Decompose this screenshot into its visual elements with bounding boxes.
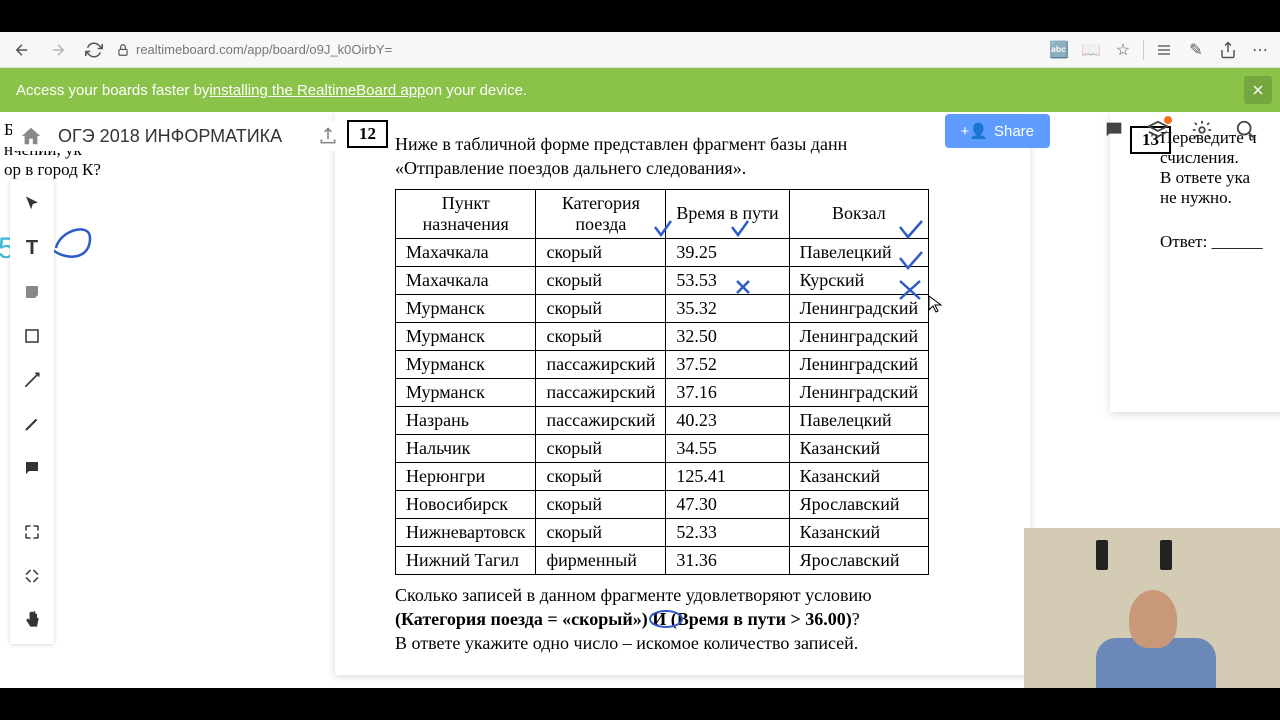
share-page-icon[interactable] <box>1216 38 1240 62</box>
reading-icon[interactable]: 📖 <box>1079 38 1103 62</box>
table-row: Махачкаласкорый53.53Курский <box>396 266 929 294</box>
share-button[interactable]: +👤 Share <box>945 114 1050 148</box>
search-icon[interactable] <box>1234 118 1258 142</box>
task12-document: 12 Ниже в табличной форме представлен фр… <box>335 112 1030 675</box>
board-title[interactable]: ОГЭ 2018 ИНФОРМАТИКА <box>58 126 282 147</box>
letterbox-top <box>0 0 1280 32</box>
layers-icon[interactable] <box>1146 118 1170 142</box>
refresh-button[interactable] <box>80 36 108 64</box>
sticky-tool[interactable] <box>14 274 50 310</box>
comment-tool[interactable] <box>14 450 50 486</box>
hub-icon[interactable] <box>1152 38 1176 62</box>
comments-icon[interactable] <box>1102 118 1126 142</box>
banner-close-button[interactable] <box>1244 76 1272 104</box>
forward-button[interactable] <box>44 36 72 64</box>
cursor-icon <box>928 295 942 313</box>
fit-tool[interactable] <box>14 558 50 594</box>
left-toolbar: T <box>10 180 54 644</box>
table-row: Махачкаласкорый39.25Павелецкий <box>396 238 929 266</box>
select-tool[interactable] <box>14 186 50 222</box>
letterbox-bottom <box>0 688 1280 720</box>
lock-icon <box>116 43 130 57</box>
url-text[interactable]: realtimeboard.com/app/board/o9J_k0OirbY= <box>136 42 392 57</box>
browser-toolbar: realtimeboard.com/app/board/o9J_k0OirbY=… <box>0 32 1280 68</box>
col-header: Пунктназначения <box>396 189 536 238</box>
notes-icon[interactable]: ✎ <box>1184 38 1208 62</box>
table-row: Мурманскпассажирский37.52Ленинградский <box>396 350 929 378</box>
text-tool[interactable]: T <box>14 230 50 266</box>
banner-post: on your device. <box>425 82 527 99</box>
more-icon[interactable]: ⋯ <box>1248 38 1272 62</box>
table-row: Нерюнгрискорый125.41Казанский <box>396 462 929 490</box>
col-header: Категорияпоезда <box>536 189 666 238</box>
banner-pre: Access your boards faster by <box>16 82 209 99</box>
install-banner: Access your boards faster by installing … <box>0 68 1280 112</box>
col-header: Время в пути <box>666 189 789 238</box>
table-row: Новосибирскскорый47.30Ярославский <box>396 490 929 518</box>
app-header: ОГЭ 2018 ИНФОРМАТИКА +👤 Share <box>0 112 1280 160</box>
share-person-icon: +👤 <box>961 122 988 140</box>
data-table: ПунктназначенияКатегорияпоездаВремя в пу… <box>395 189 929 575</box>
table-row: Назраньпассажирский40.23Павелецкий <box>396 406 929 434</box>
favorite-icon[interactable]: ☆ <box>1111 38 1135 62</box>
line-tool[interactable] <box>14 362 50 398</box>
banner-link[interactable]: installing the RealtimeBoard app <box>209 82 425 99</box>
frame-tool[interactable] <box>14 514 50 550</box>
col-header: Вокзал <box>789 189 929 238</box>
table-row: Мурманскскорый35.32Ленинградский <box>396 294 929 322</box>
shape-tool[interactable] <box>14 318 50 354</box>
webcam-overlay <box>1024 528 1280 688</box>
hand-tool[interactable] <box>14 602 50 638</box>
table-row: Нижний Тагилфирменный31.36Ярославский <box>396 546 929 574</box>
table-row: Нижневартовскскорый52.33Казанский <box>396 518 929 546</box>
export-icon[interactable] <box>318 126 338 146</box>
pen-tool[interactable] <box>14 406 50 442</box>
translate-icon[interactable]: 🔤 <box>1047 38 1071 62</box>
settings-icon[interactable] <box>1190 118 1214 142</box>
table-row: Мурманскскорый32.50Ленинградский <box>396 322 929 350</box>
table-row: Мурманскпассажирский37.16Ленинградский <box>396 378 929 406</box>
home-icon[interactable] <box>20 125 42 147</box>
back-button[interactable] <box>8 36 36 64</box>
table-row: Нальчикскорый34.55Казанский <box>396 434 929 462</box>
